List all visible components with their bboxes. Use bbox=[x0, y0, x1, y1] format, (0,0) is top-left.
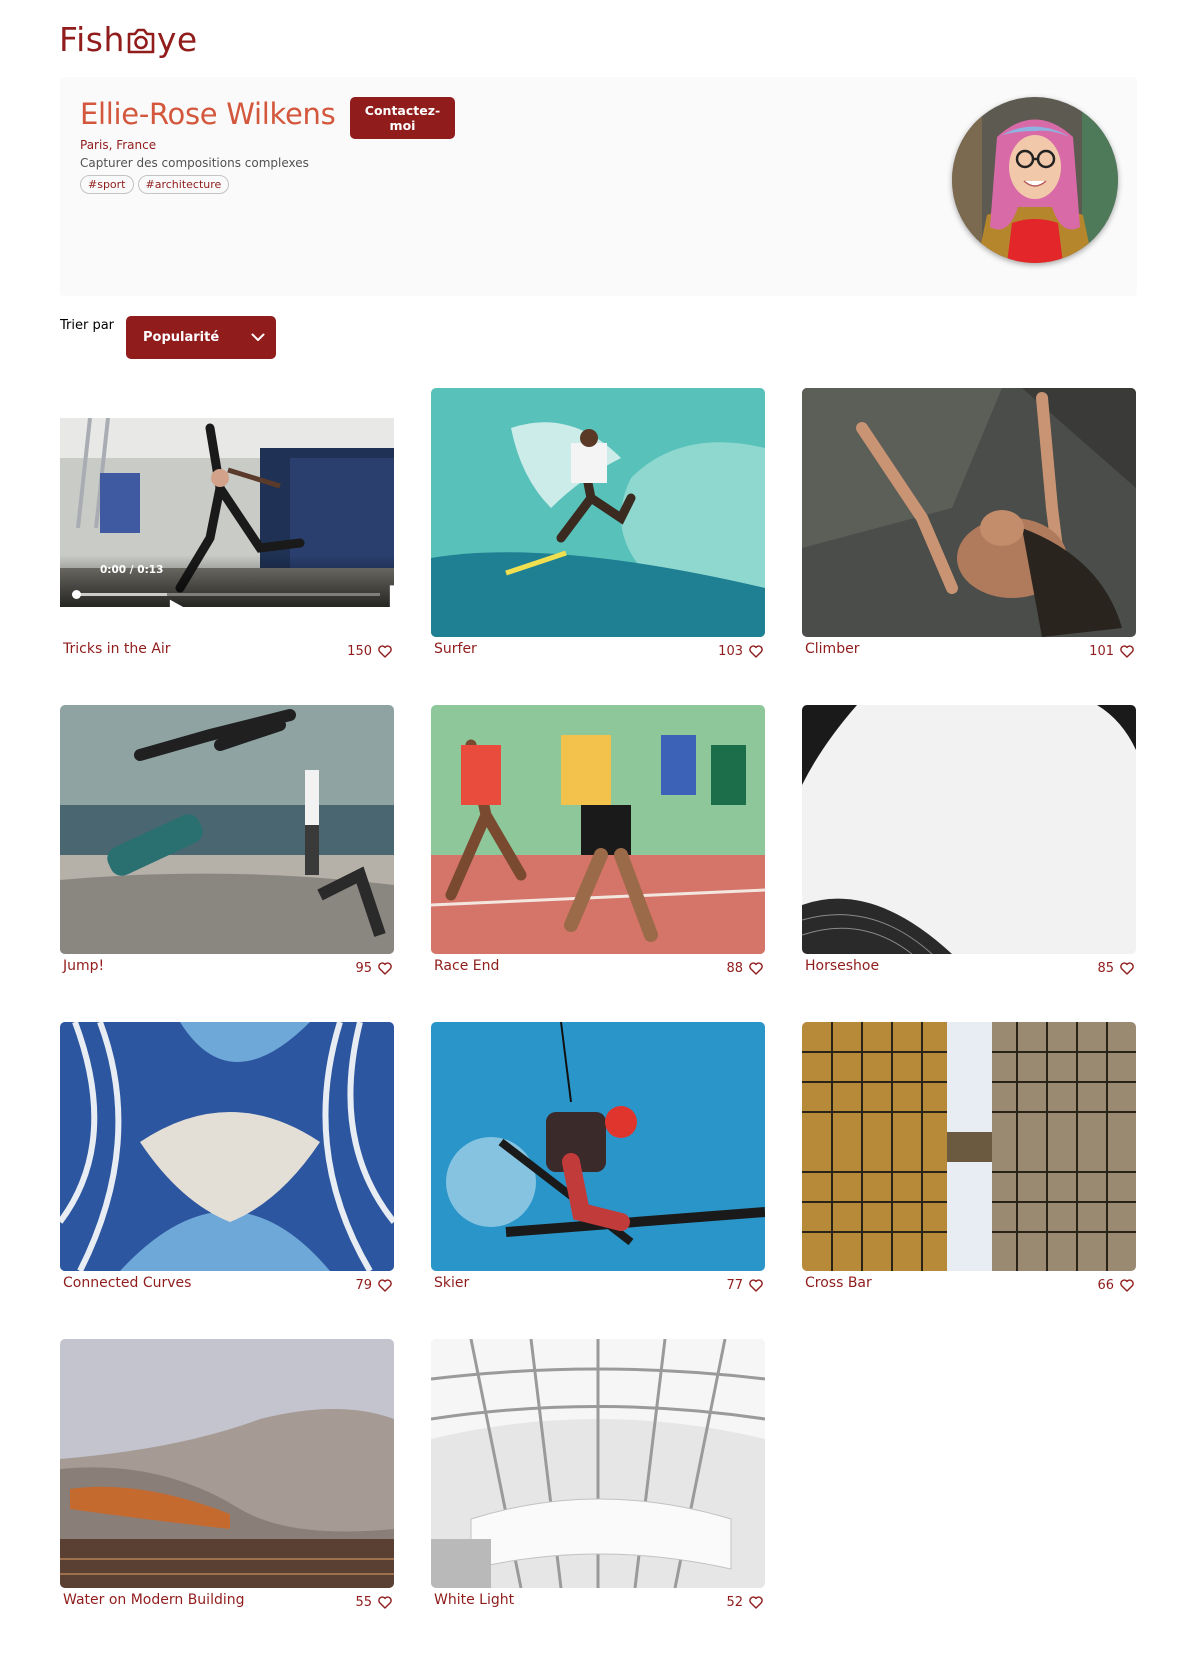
photographer-name: Ellie-Rose Wilkens bbox=[80, 97, 336, 131]
media-card: Climber 101 bbox=[802, 388, 1136, 678]
like-counter: 103 bbox=[718, 644, 763, 659]
sort-label: Trier par bbox=[60, 318, 115, 333]
like-count: 150 bbox=[347, 644, 372, 659]
media-card: Cross Bar 66 bbox=[802, 1022, 1136, 1312]
logo-text-left: Fish bbox=[59, 20, 125, 59]
like-count: 85 bbox=[1097, 961, 1114, 976]
like-count: 52 bbox=[726, 1595, 743, 1610]
media-video-tricks-in-the-air[interactable]: 0:00 / 0:13 bbox=[60, 388, 394, 637]
logo-text-right: ye bbox=[156, 20, 198, 59]
media-title: Jump! bbox=[63, 958, 105, 974]
tag-architecture[interactable]: #architecture bbox=[137, 175, 230, 194]
like-count: 55 bbox=[355, 1595, 372, 1610]
sort-dropdown[interactable]: Popularité bbox=[126, 316, 276, 359]
heart-icon[interactable] bbox=[1120, 645, 1134, 658]
media-image-race-end[interactable] bbox=[431, 705, 765, 954]
like-counter: 55 bbox=[355, 1595, 392, 1610]
media-image-surfer[interactable] bbox=[431, 388, 765, 637]
avatar bbox=[952, 97, 1118, 263]
media-title: Connected Curves bbox=[63, 1275, 192, 1291]
like-count: 95 bbox=[355, 961, 372, 976]
contact-button[interactable]: Contactez-moi bbox=[350, 97, 455, 139]
media-card: Race End 88 bbox=[431, 705, 765, 995]
video-buffer bbox=[76, 593, 168, 596]
heart-icon[interactable] bbox=[749, 962, 763, 975]
media-card: Surfer 103 bbox=[431, 388, 765, 678]
video-controls: 0:00 / 0:13 bbox=[60, 555, 394, 637]
photographer-location: Paris, France bbox=[80, 138, 157, 152]
tag-list: #sport #architecture bbox=[80, 175, 230, 194]
video-progress-knob[interactable] bbox=[72, 590, 81, 599]
like-count: 77 bbox=[726, 1278, 743, 1293]
heart-icon[interactable] bbox=[378, 1279, 392, 1292]
media-card: Skier 77 bbox=[431, 1022, 765, 1312]
like-counter: 95 bbox=[355, 961, 392, 976]
heart-icon[interactable] bbox=[1120, 962, 1134, 975]
fisheye-logo[interactable]: Fish ye bbox=[59, 20, 198, 59]
chevron-down-icon bbox=[251, 333, 265, 341]
like-counter: 79 bbox=[355, 1278, 392, 1293]
like-count: 103 bbox=[718, 644, 743, 659]
media-card: Water on Modern Building 55 bbox=[60, 1339, 394, 1629]
media-title: White Light bbox=[434, 1592, 515, 1608]
like-counter: 52 bbox=[726, 1595, 763, 1610]
media-card: Jump! 95 bbox=[60, 705, 394, 995]
media-image-white-light[interactable] bbox=[431, 1339, 765, 1588]
media-card: White Light 52 bbox=[431, 1339, 765, 1629]
like-count: 101 bbox=[1089, 644, 1114, 659]
more-options-icon[interactable] bbox=[356, 564, 394, 637]
like-counter: 150 bbox=[347, 644, 392, 659]
heart-icon[interactable] bbox=[378, 962, 392, 975]
media-title: Water on Modern Building bbox=[63, 1592, 245, 1608]
like-counter: 77 bbox=[726, 1278, 763, 1293]
heart-icon[interactable] bbox=[378, 1596, 392, 1609]
like-count: 79 bbox=[355, 1278, 372, 1293]
like-counter: 88 bbox=[726, 961, 763, 976]
media-title: Race End bbox=[434, 958, 500, 974]
heart-icon[interactable] bbox=[749, 645, 763, 658]
media-title: Skier bbox=[434, 1275, 470, 1291]
heart-icon[interactable] bbox=[749, 1596, 763, 1609]
media-image-jump[interactable] bbox=[60, 705, 394, 954]
heart-icon[interactable] bbox=[749, 1279, 763, 1292]
like-counter: 66 bbox=[1097, 1278, 1134, 1293]
media-title: Climber bbox=[805, 641, 860, 657]
like-counter: 101 bbox=[1089, 644, 1134, 659]
like-counter: 85 bbox=[1097, 961, 1134, 976]
tag-sport[interactable]: #sport bbox=[80, 175, 134, 194]
media-card: Horseshoe 85 bbox=[802, 705, 1136, 995]
media-image-connected-curves[interactable] bbox=[60, 1022, 394, 1271]
video-time: 0:00 / 0:13 bbox=[100, 564, 164, 576]
media-image-climber[interactable] bbox=[802, 388, 1136, 637]
media-image-water-on-modern-building[interactable] bbox=[60, 1339, 394, 1588]
sort-selected-value: Popularité bbox=[143, 330, 220, 345]
like-count: 88 bbox=[726, 961, 743, 976]
media-card: Connected Curves 79 bbox=[60, 1022, 394, 1312]
media-title: Horseshoe bbox=[805, 958, 880, 974]
like-count: 66 bbox=[1097, 1278, 1114, 1293]
media-image-horseshoe[interactable] bbox=[802, 705, 1136, 954]
media-card: 0:00 / 0:13 Tricks in the Air 150 bbox=[60, 388, 394, 678]
video-progress-bar[interactable] bbox=[72, 590, 380, 599]
camera-logo-icon bbox=[126, 24, 156, 56]
photographer-tagline: Capturer des compositions complexes bbox=[80, 156, 309, 170]
heart-icon[interactable] bbox=[1120, 1279, 1134, 1292]
media-image-cross-bar[interactable] bbox=[802, 1022, 1136, 1271]
photographer-header: Ellie-Rose Wilkens Paris, France Capture… bbox=[60, 77, 1137, 296]
media-title: Cross Bar bbox=[805, 1275, 872, 1291]
media-title: Surfer bbox=[434, 641, 477, 657]
heart-icon[interactable] bbox=[378, 645, 392, 658]
media-title: Tricks in the Air bbox=[63, 641, 171, 657]
media-image-skier[interactable] bbox=[431, 1022, 765, 1271]
